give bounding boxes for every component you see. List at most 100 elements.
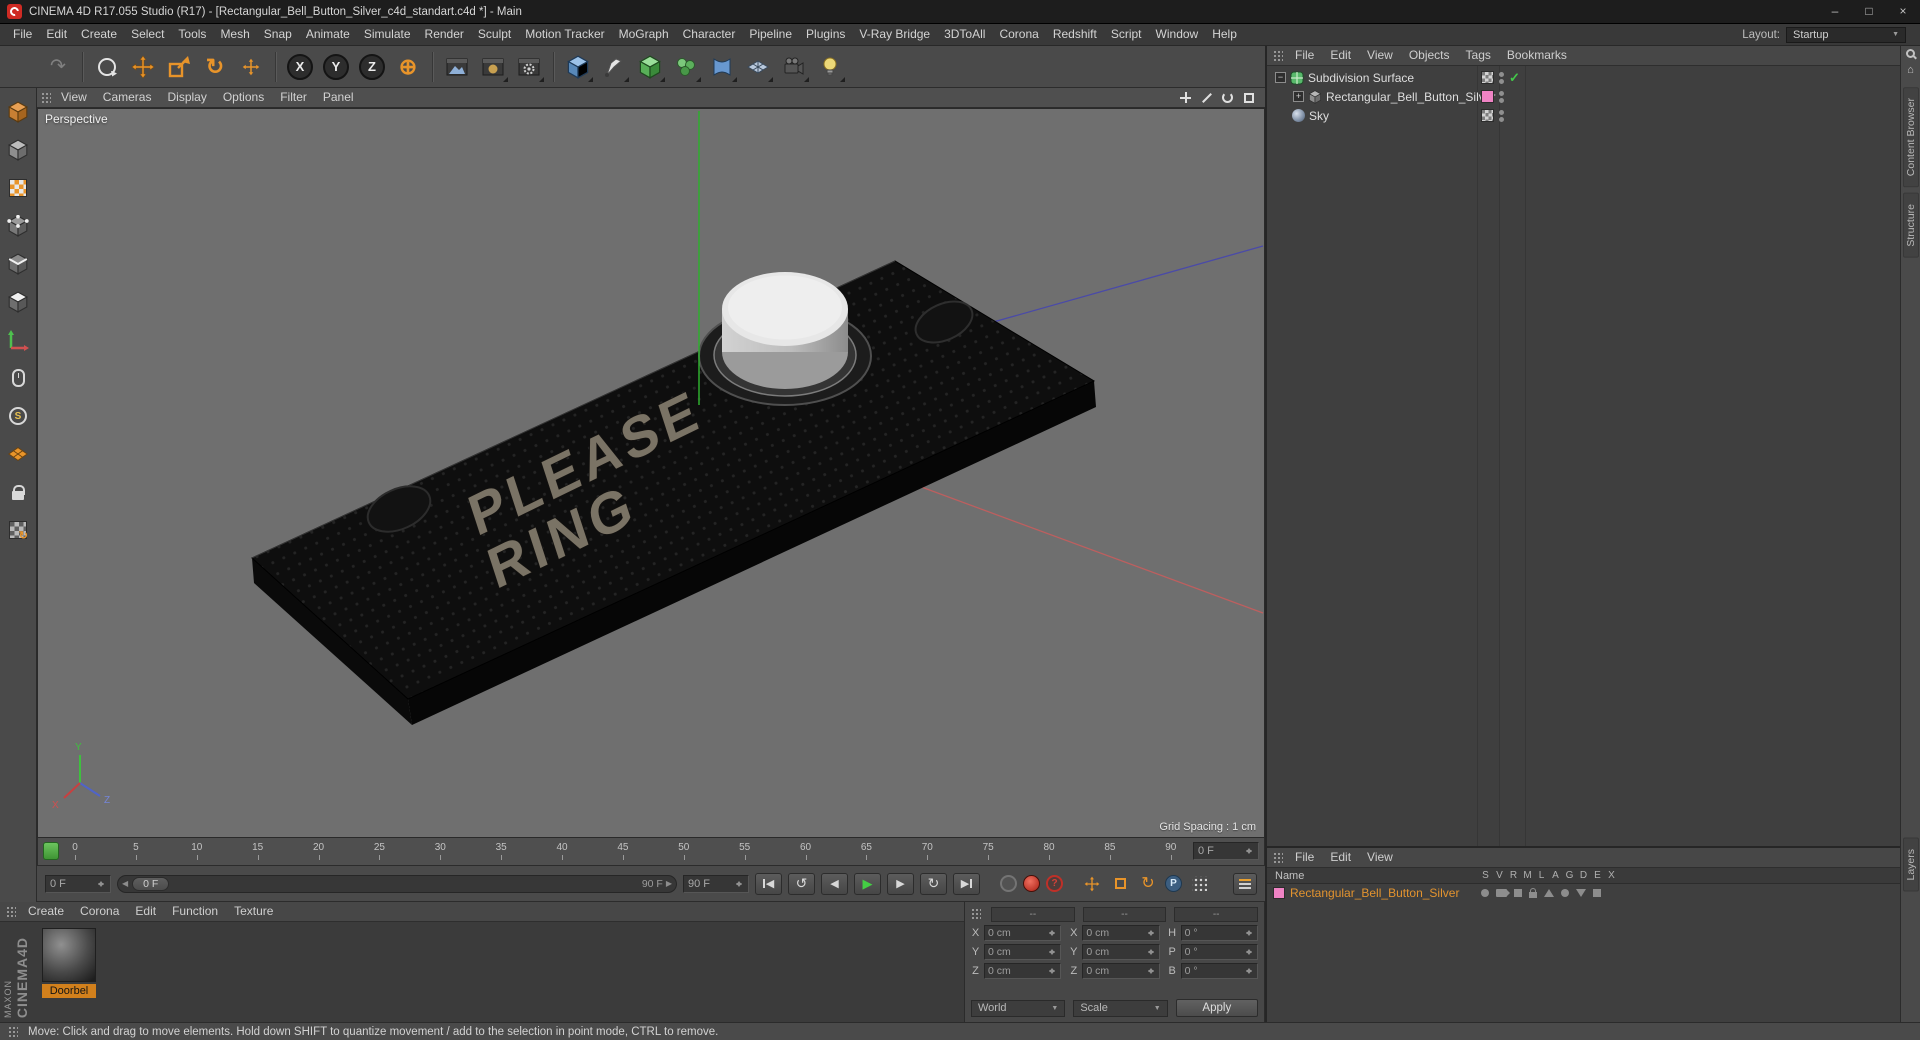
panel-handle-icon[interactable] [1273,49,1283,62]
menu-item[interactable]: Select [124,24,171,45]
render-settings-button[interactable] [512,50,546,84]
menu-item[interactable]: V-Ray Bridge [852,24,937,45]
layer-color-tag-icon[interactable] [1481,90,1494,103]
coordinate-system-button[interactable]: ⊕ [391,50,425,84]
visibility-dots-icon[interactable] [1499,109,1504,122]
collapse-icon[interactable]: − [1275,72,1286,83]
object-manager-menu-item[interactable]: Edit [1322,46,1359,65]
bell-plate-object[interactable]: PLEASE RING [251,260,1096,725]
enabled-check-icon[interactable]: ✓ [1509,71,1520,84]
stepper-icon[interactable] [1147,946,1156,958]
frame-end-field[interactable]: 90 F [683,874,749,893]
layer-row[interactable]: Rectangular_Bell_Button_Silver [1267,884,1900,902]
texture-tag-icon[interactable] [1481,109,1494,122]
menu-item[interactable]: Corona [992,24,1045,45]
align-workplane-button[interactable]: ↻ [4,516,32,544]
expression-toggle-icon[interactable] [1593,889,1601,897]
record-scale-toggle[interactable] [1109,873,1131,895]
object-row-bell-button[interactable]: + Rectangular_Bell_Button_Silver [1267,87,1900,106]
menu-item[interactable]: Tools [171,24,213,45]
material-list[interactable]: MAXON CINEMA4D Doorbel [0,922,964,1022]
current-frame-field[interactable]: 0 F [1193,842,1259,860]
play-button[interactable]: ▶ [854,872,881,895]
menu-item[interactable]: Script [1104,24,1149,45]
object-manager-menu-item[interactable]: View [1359,46,1401,65]
lock-x-axis-button[interactable]: X [283,50,317,84]
menu-item[interactable]: Motion Tracker [518,24,611,45]
tweak-mode-button[interactable] [4,364,32,392]
viewport-solo-button[interactable]: S [4,402,32,430]
material-menu-item[interactable]: Corona [72,902,127,921]
range-handle[interactable]: 0 F [132,876,170,891]
viewport-zoom-icon[interactable] [1200,91,1213,104]
add-primitive-button[interactable] [561,50,595,84]
lock-workplane-button[interactable] [4,478,32,506]
scale-tool-button[interactable] [162,50,196,84]
material-menu-item[interactable]: Create [20,902,72,921]
edges-mode-button[interactable] [4,250,32,278]
panel-handle-icon[interactable] [6,905,16,918]
search-icon[interactable] [1906,49,1915,58]
object-manager-menu-item[interactable]: Bookmarks [1499,46,1575,65]
add-spline-button[interactable] [597,50,631,84]
object-name[interactable]: Subdivision Surface [1308,71,1414,85]
rotation-field[interactable]: 0 ° [1180,963,1258,979]
enable-axis-button[interactable] [4,326,32,354]
viewport-toggle-icon[interactable] [1242,91,1255,104]
material-name-label[interactable]: Doorbel [42,984,96,998]
rotation-field[interactable]: 0 ° [1180,944,1258,960]
previous-frame-button[interactable]: ◀ [821,872,848,895]
menu-item[interactable]: Create [74,24,124,45]
position-field[interactable]: 0 cm [984,925,1062,941]
keyframe-selection-button[interactable] [1000,875,1017,892]
object-manager-menu-item[interactable]: File [1287,46,1322,65]
menu-item[interactable]: Redshift [1046,24,1104,45]
rotate-tool-button[interactable]: ↻ [198,50,232,84]
view-toggle-icon[interactable] [1496,889,1510,897]
lock-toggle-icon[interactable] [1529,888,1537,898]
menu-item[interactable]: Sculpt [471,24,518,45]
camera-label[interactable]: Perspective [45,112,108,126]
render-view-button[interactable] [440,50,474,84]
record-position-toggle[interactable] [1081,873,1103,895]
stepper-icon[interactable] [1048,946,1057,958]
make-editable-button[interactable] [4,98,32,126]
object-manager-menu-item[interactable]: Tags [1458,46,1499,65]
menu-item[interactable]: MoGraph [612,24,676,45]
last-tool-button[interactable] [234,50,268,84]
material-menu-item[interactable]: Edit [127,902,164,921]
object-tree[interactable]: − Subdivision Surface ✓ + Rectangular_Be… [1267,66,1900,846]
viewport-pan-icon[interactable] [1179,91,1192,104]
apply-button[interactable]: Apply [1175,999,1258,1017]
menu-item[interactable]: 3DToAll [937,24,992,45]
model-mode-button[interactable] [4,136,32,164]
material-menu-item[interactable]: Texture [226,902,281,921]
object-row-subdivision-surface[interactable]: − Subdivision Surface ✓ [1267,68,1900,87]
deformer-toggle-icon[interactable] [1576,889,1586,897]
menu-item[interactable]: Window [1149,24,1206,45]
live-selection-button[interactable] [90,50,124,84]
stepper-icon[interactable] [1048,927,1057,939]
previous-key-button[interactable]: ↺ [788,872,815,895]
scene-3d[interactable]: PLEASE RING Y Z X [38,109,1264,837]
lock-y-axis-button[interactable]: Y [319,50,353,84]
object-manager-menu-item[interactable]: Objects [1401,46,1458,65]
points-mode-button[interactable] [4,212,32,240]
position-field[interactable]: 0 cm [984,944,1062,960]
menu-item[interactable]: Render [418,24,471,45]
visibility-dots-icon[interactable] [1499,90,1504,103]
panel-handle-icon[interactable] [41,91,51,104]
record-keyframe-button[interactable] [1023,875,1040,892]
viewport-menu-item[interactable]: Filter [272,88,315,107]
stepper-icon[interactable] [1245,927,1254,939]
record-pla-toggle[interactable] [1188,873,1210,895]
autokeying-button[interactable]: ? [1046,875,1063,892]
layer-menu-item[interactable]: View [1359,848,1401,867]
perspective-viewport[interactable]: Perspective Grid Spacing : 1 cm PLEASE R… [37,108,1265,838]
layer-color-icon[interactable] [1273,887,1285,899]
menu-item[interactable]: Mesh [213,24,256,45]
goto-end-button[interactable]: ▶ [953,872,980,895]
layout-select[interactable]: Startup ▼ [1786,26,1906,43]
menu-item[interactable]: Edit [39,24,74,45]
stepper-icon[interactable] [1147,927,1156,939]
